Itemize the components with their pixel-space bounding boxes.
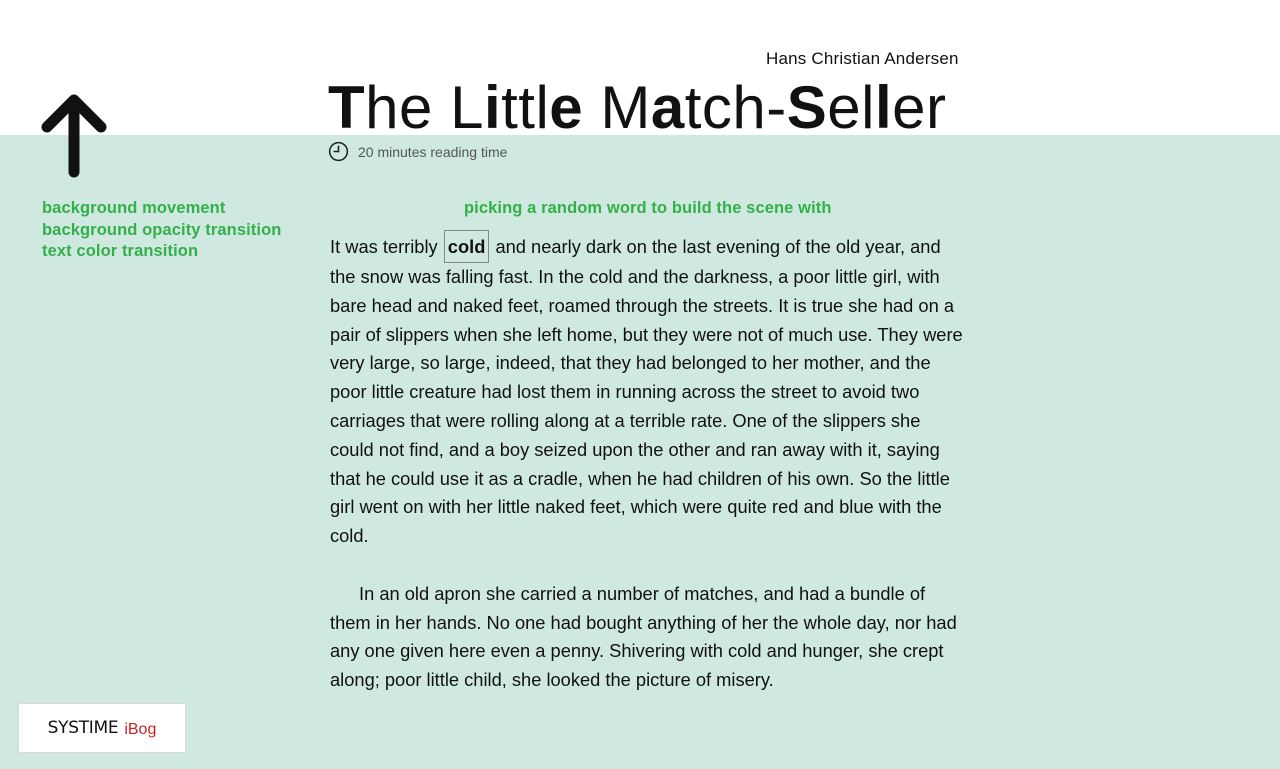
logo-product-name: iBog <box>124 721 157 738</box>
paragraph-text-rest: and nearly dark on the last evening of t… <box>330 236 963 547</box>
reading-time-label: 20 minutes reading time <box>358 143 508 160</box>
paragraph-text-start: It was terribly <box>330 236 438 257</box>
highlighted-word[interactable]: cold <box>443 230 490 263</box>
systime-ibog-logo[interactable]: SYSTIME iBog <box>18 703 186 753</box>
title-segment: er <box>892 74 947 141</box>
title-segment: e <box>549 74 584 141</box>
scroll-up-button[interactable] <box>38 92 110 180</box>
clock-icon <box>328 141 349 162</box>
toggle-background-opacity-transition[interactable]: background opacity transition <box>42 220 281 242</box>
logo-brand-name: SYSTIME <box>47 718 119 738</box>
title-segment: T <box>328 74 366 141</box>
scene-caption: picking a random word to build the scene… <box>464 199 832 217</box>
title-segment: a <box>650 74 685 141</box>
title-segment: S <box>786 74 828 141</box>
author-name: Hans Christian Andersen <box>766 49 959 68</box>
reading-time: 20 minutes reading time <box>328 141 507 162</box>
title-segment: he L <box>365 74 484 141</box>
story-title: The Little Match-Seller <box>328 74 946 142</box>
story-text: It was terribly cold and nearly dark on … <box>330 230 966 724</box>
title-segment: tch- <box>684 74 787 141</box>
toggle-text-color-transition[interactable]: text color transition <box>42 241 281 263</box>
up-arrow-icon <box>41 94 107 178</box>
title-segment: ttl <box>501 74 550 141</box>
title-segment: i <box>483 74 502 141</box>
title-segment: M <box>583 74 651 141</box>
toggle-background-movement[interactable]: background movement <box>42 198 281 220</box>
effect-toggle-list: background movement background opacity t… <box>42 198 281 263</box>
story-paragraph: It was terribly cold and nearly dark on … <box>330 230 966 551</box>
title-segment: el <box>827 74 875 141</box>
title-segment: l <box>874 74 893 141</box>
story-paragraph: In an old apron she carried a number of … <box>330 582 957 691</box>
